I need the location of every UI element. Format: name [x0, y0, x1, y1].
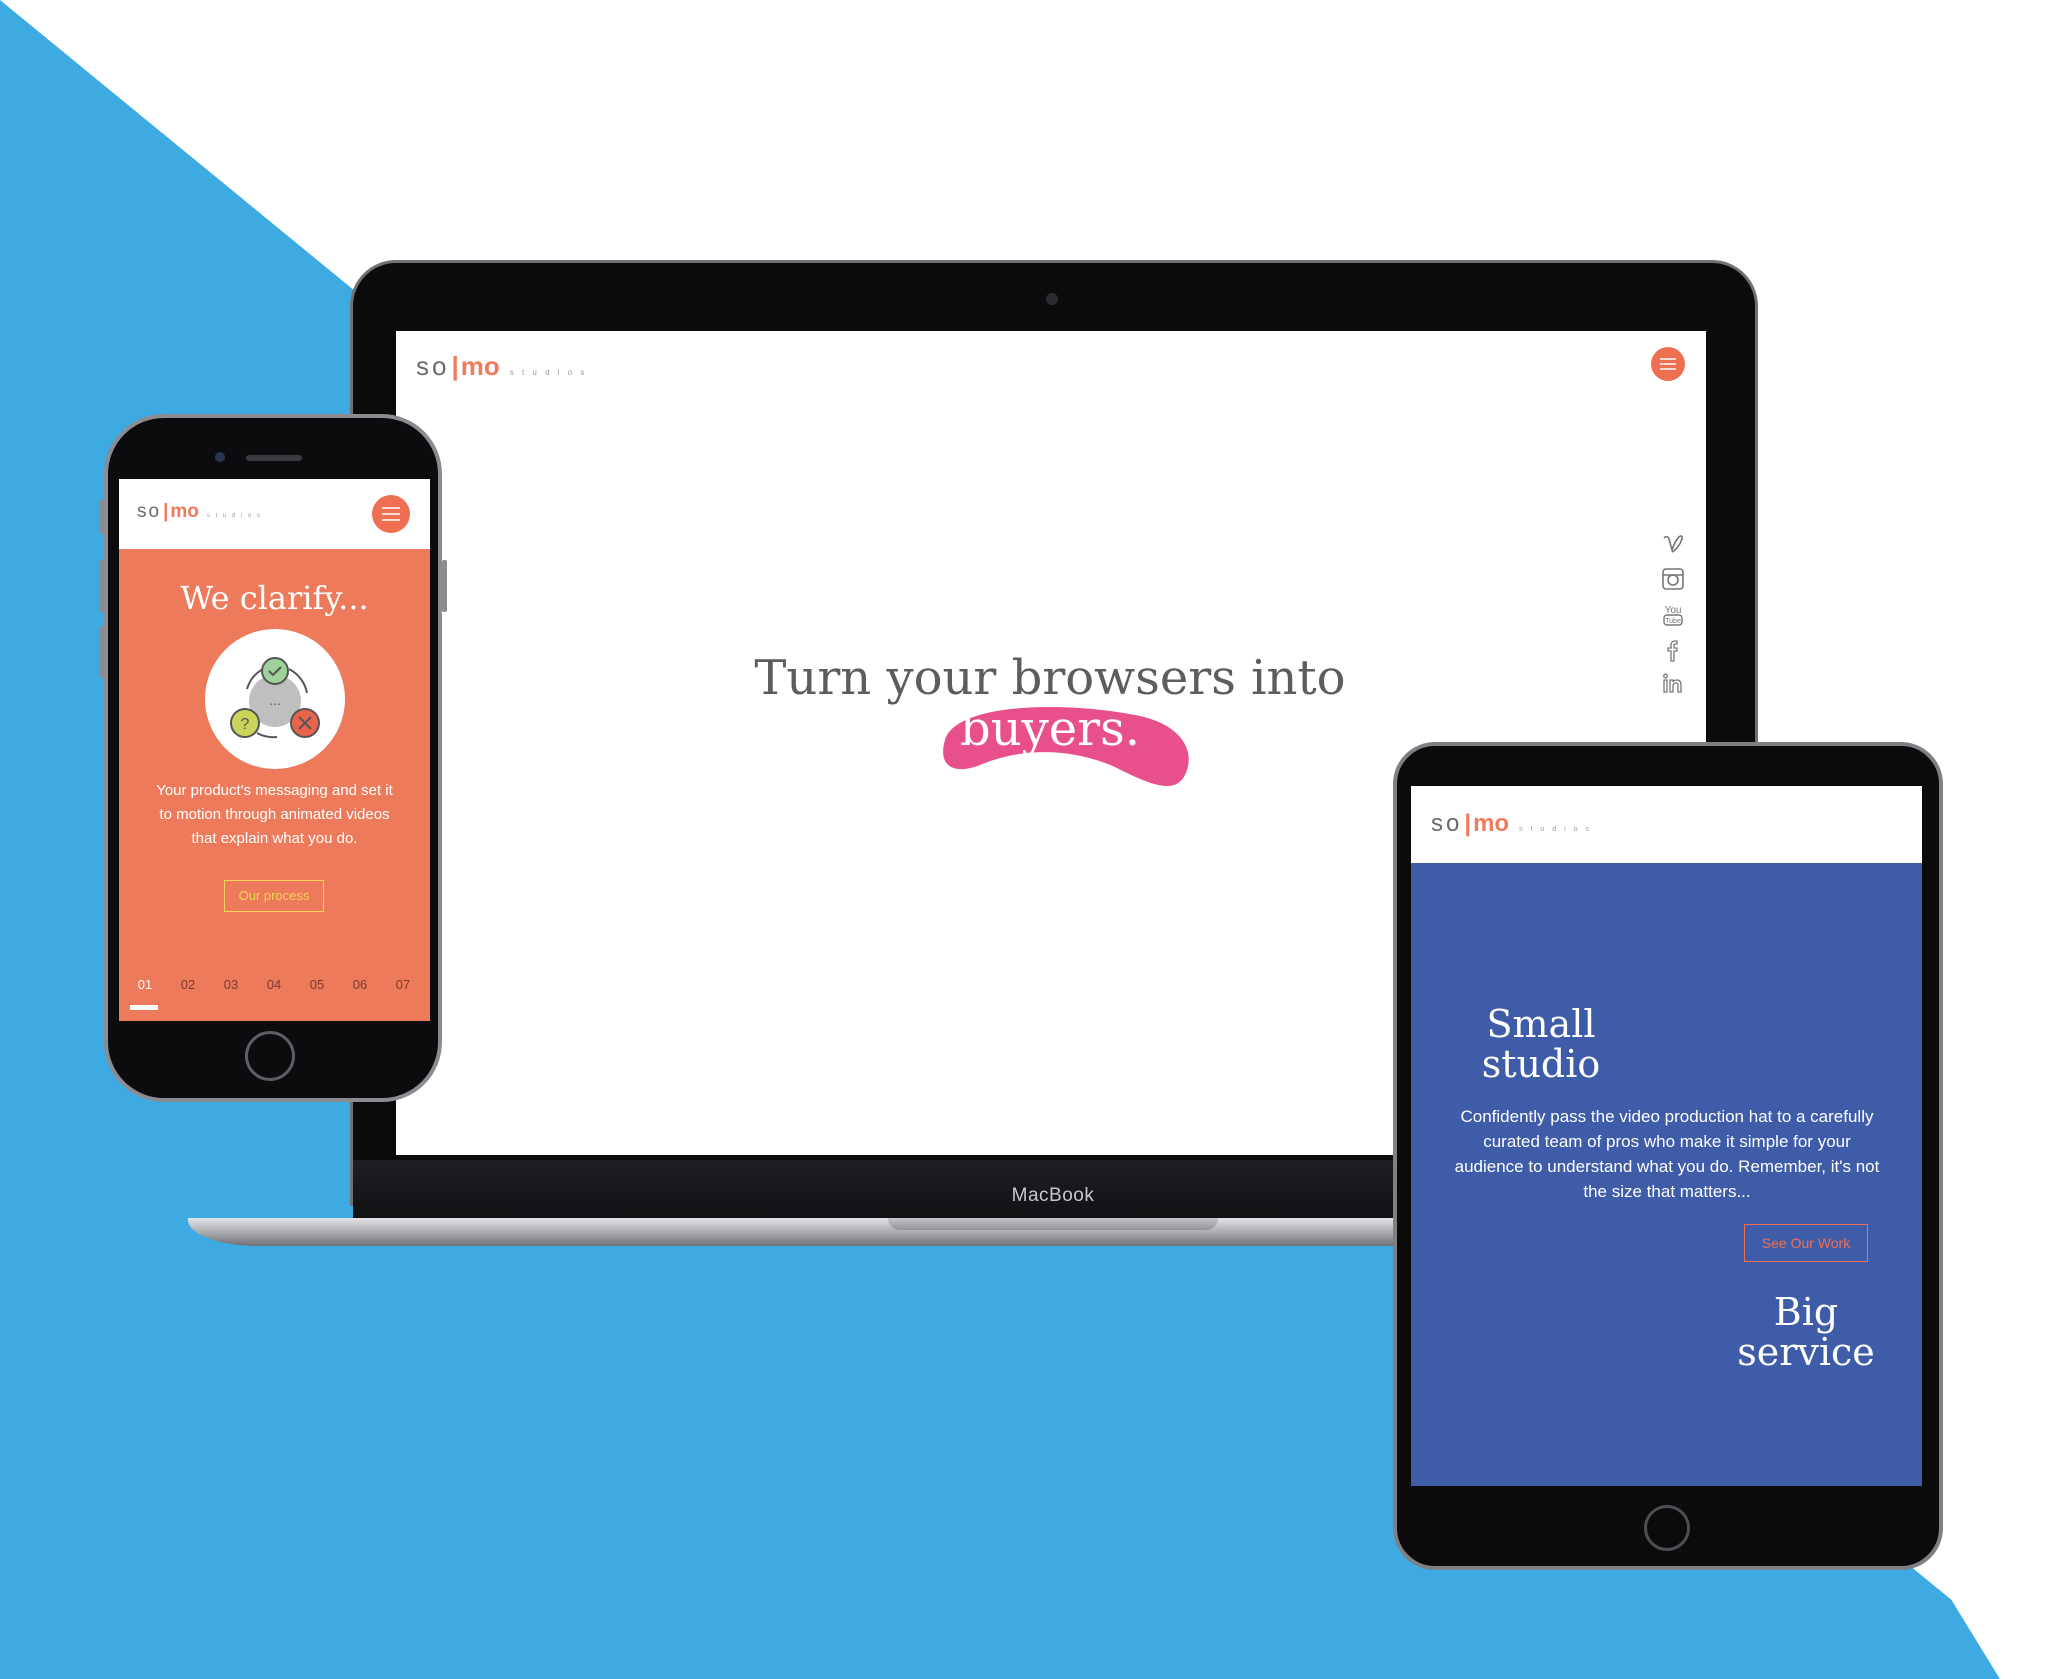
- step-07[interactable]: 07: [387, 977, 419, 992]
- step-05[interactable]: 05: [301, 977, 333, 992]
- tablet-screen: so | mo s t u d i o s Small studio Confi…: [1411, 786, 1922, 1486]
- logo-mo: mo: [170, 501, 199, 522]
- youtube-icon[interactable]: You Tube: [1660, 602, 1686, 628]
- logo-studios: s t u d i o s: [1519, 826, 1592, 833]
- step-03[interactable]: 03: [215, 977, 247, 992]
- step-01[interactable]: 01: [129, 977, 161, 992]
- svg-text:Tube: Tube: [1665, 618, 1681, 625]
- process-illustration: ... ?: [205, 629, 345, 769]
- logo-so: so: [137, 501, 162, 522]
- logo-divider: |: [451, 351, 459, 381]
- tablet-body-text: Confidently pass the video production ha…: [1454, 1107, 1880, 1201]
- phone-title: We clarify...: [180, 579, 369, 617]
- tablet-logo[interactable]: so | mo s t u d i o s: [1431, 810, 1592, 838]
- hamburger-menu-icon[interactable]: [1651, 347, 1685, 381]
- phone-hamburger-menu-icon[interactable]: [372, 495, 410, 533]
- tablet-home-button[interactable]: [1644, 1505, 1690, 1551]
- step-06[interactable]: 06: [344, 977, 376, 992]
- linkedin-icon[interactable]: [1660, 670, 1686, 696]
- phone-speaker: [246, 455, 302, 461]
- tablet-heading-small-studio: Small studio: [1481, 1002, 1601, 1086]
- phone-body-text: Your product's messaging and set it to m…: [156, 782, 393, 847]
- logo-mo: mo: [460, 351, 500, 381]
- see-our-work-button[interactable]: See Our Work: [1744, 1224, 1868, 1262]
- phone-home-button[interactable]: [245, 1031, 295, 1081]
- svg-text:...: ...: [269, 692, 281, 708]
- phone-camera: [215, 452, 225, 462]
- process-cycle-icon: ... ?: [230, 657, 320, 739]
- logo-so: so: [1431, 810, 1463, 837]
- svg-text:?: ?: [241, 716, 250, 733]
- logo[interactable]: so | mo s t u d i o s: [416, 351, 587, 382]
- phone-power-button: [442, 560, 447, 612]
- logo-studios: s t u d i o s: [509, 368, 588, 377]
- phone-screen: so | mo s t u d i o s We clarify... ... …: [119, 479, 430, 1021]
- our-process-button[interactable]: Our process: [224, 880, 324, 912]
- phone-header: so | mo s t u d i o s: [119, 479, 430, 549]
- laptop-notch: [888, 1218, 1218, 1230]
- logo-divider: |: [163, 501, 169, 522]
- vimeo-icon[interactable]: [1660, 530, 1686, 556]
- phone-logo[interactable]: so | mo s t u d i o s: [137, 501, 262, 523]
- logo-divider: |: [1464, 810, 1472, 837]
- instagram-icon[interactable]: [1660, 566, 1686, 592]
- logo-so: so: [416, 351, 450, 381]
- logo-studios: s t u d i o s: [206, 513, 262, 519]
- phone-step-nav: 01 02 03 04 05 06 07: [129, 977, 419, 992]
- step-02[interactable]: 02: [172, 977, 204, 992]
- hero-headline-accent: buyers.: [960, 701, 1140, 757]
- laptop-camera: [1046, 293, 1058, 305]
- facebook-icon[interactable]: [1660, 638, 1686, 664]
- active-step-indicator: [130, 1005, 158, 1010]
- logo-mo: mo: [1473, 810, 1510, 837]
- laptop-device-label: MacBook: [1011, 1185, 1095, 1206]
- tablet-heading-big-service: Big service: [1737, 1290, 1875, 1374]
- step-04[interactable]: 04: [258, 977, 290, 992]
- tablet-header: so | mo s t u d i o s: [1411, 786, 1922, 863]
